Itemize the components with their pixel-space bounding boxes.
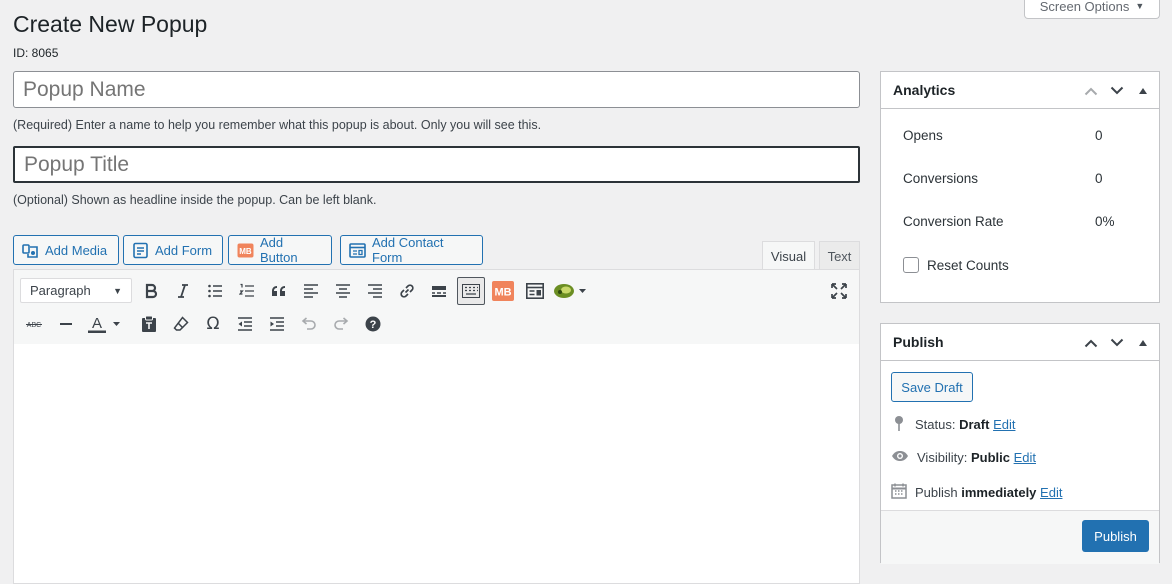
screen-options-button[interactable]: Screen Options ▼	[1024, 0, 1160, 19]
bold-icon[interactable]	[137, 277, 165, 305]
align-left-icon[interactable]	[297, 277, 325, 305]
format-select-value: Paragraph	[30, 283, 91, 298]
mb-icon-text: MB	[239, 247, 252, 256]
collapse-toggle-icon[interactable]	[1135, 339, 1151, 347]
edit-status-link[interactable]: Edit	[993, 417, 1015, 432]
popup-name-hint: (Required) Enter a name to help you reme…	[13, 118, 542, 132]
special-character-icon[interactable]: Ω	[199, 310, 227, 338]
editor-toolbar: Paragraph ▼ MB ABC A Ω ?	[13, 269, 860, 345]
opens-label: Opens	[903, 128, 943, 143]
conversions-value: 0	[1095, 171, 1103, 186]
add-media-label: Add Media	[45, 242, 108, 258]
status-row: Status: Draft Edit	[891, 415, 1015, 434]
screen-options-label: Screen Options	[1039, 0, 1130, 14]
chevron-down-icon: ▼	[113, 285, 122, 296]
indent-icon[interactable]	[263, 310, 291, 338]
conversions-label: Conversions	[903, 171, 979, 186]
schedule-label: Publish	[915, 485, 958, 500]
toolbar-toggle-icon[interactable]	[457, 277, 485, 305]
mb-icon[interactable]: MB	[489, 277, 517, 305]
help-icon[interactable]: ?	[359, 310, 387, 338]
form-icon[interactable]	[521, 277, 549, 305]
link-icon[interactable]	[393, 277, 421, 305]
status-label: Status:	[915, 417, 956, 432]
conversion-rate-label: Conversion Rate	[903, 214, 1004, 229]
popup-title-hint: (Optional) Shown as headline inside the …	[13, 193, 377, 207]
blockquote-icon[interactable]	[265, 277, 293, 305]
opens-value: 0	[1095, 128, 1103, 143]
add-button-button[interactable]: MB Add Button	[228, 235, 332, 265]
bulleted-list-icon[interactable]	[201, 277, 229, 305]
visibility-value: Public	[970, 450, 1010, 465]
plugin-icon[interactable]	[553, 277, 593, 305]
analytics-box: Analytics Opens 0 Conversions 0 Conversi…	[880, 71, 1160, 303]
publish-header: Publish	[881, 324, 1159, 361]
publish-title: Publish	[893, 334, 944, 350]
schedule-row: Publish immediately Edit	[891, 483, 1062, 502]
strikethrough-icon[interactable]: ABC	[20, 310, 48, 338]
mb-toolbar-text: MB	[494, 287, 511, 299]
visibility-row: Visibility: Public Edit	[891, 449, 1036, 466]
caret-down-icon: ▼	[1135, 1, 1145, 11]
collapse-toggle-icon[interactable]	[1135, 87, 1151, 95]
edit-visibility-link[interactable]: Edit	[1014, 450, 1036, 465]
add-form-label: Add Form	[155, 242, 213, 258]
eye-icon	[891, 449, 909, 466]
help-icon-text: ?	[370, 319, 377, 331]
paste-text-icon[interactable]	[135, 310, 163, 338]
text-color-letter: A	[92, 315, 102, 332]
tab-text[interactable]: Text	[819, 241, 860, 270]
analytics-header: Analytics	[881, 72, 1159, 109]
calendar-icon	[891, 483, 907, 502]
horizontal-line-icon[interactable]	[52, 310, 80, 338]
publish-button[interactable]: Publish	[1082, 520, 1149, 552]
add-media-button[interactable]: Add Media	[13, 235, 119, 265]
publish-actions: Publish	[881, 510, 1159, 564]
popup-name-input[interactable]	[13, 71, 860, 108]
redo-icon[interactable]	[327, 310, 355, 338]
move-down-icon[interactable]	[1109, 338, 1125, 348]
save-draft-button[interactable]: Save Draft	[891, 372, 973, 402]
fullscreen-icon[interactable]	[825, 277, 853, 305]
move-down-icon[interactable]	[1109, 86, 1125, 96]
align-center-icon[interactable]	[329, 277, 357, 305]
add-contact-form-label: Add Contact Form	[372, 235, 444, 265]
media-icon	[22, 242, 39, 259]
move-up-icon[interactable]	[1083, 86, 1099, 96]
numbered-list-icon[interactable]	[233, 277, 261, 305]
move-up-icon[interactable]	[1083, 338, 1099, 348]
strikethrough-text: ABC	[27, 322, 41, 329]
analytics-title: Analytics	[893, 82, 956, 98]
tab-visual[interactable]: Visual	[762, 241, 815, 271]
align-right-icon[interactable]	[361, 277, 389, 305]
reset-counts-label[interactable]: Reset Counts	[927, 258, 1009, 273]
popup-id: ID: 8065	[13, 46, 59, 60]
page-title: Create New Popup	[13, 11, 208, 37]
reset-counts-checkbox[interactable]	[903, 257, 919, 273]
conversion-rate-value: 0%	[1095, 214, 1115, 229]
visibility-label: Visibility:	[917, 450, 968, 465]
italic-icon[interactable]	[169, 277, 197, 305]
schedule-value: immediately	[961, 485, 1037, 500]
text-color-icon[interactable]: A	[84, 310, 126, 338]
add-button-label: Add Button	[260, 235, 298, 265]
status-value: Draft	[959, 417, 990, 432]
undo-icon[interactable]	[295, 310, 323, 338]
format-select[interactable]: Paragraph ▼	[20, 278, 132, 303]
mb-icon: MB	[237, 242, 254, 259]
clear-formatting-icon[interactable]	[167, 310, 195, 338]
read-more-icon[interactable]	[425, 277, 453, 305]
publish-box: Publish Save Draft Status: Draft Edit Vi…	[880, 323, 1160, 564]
contact-form-icon	[349, 242, 366, 259]
add-contact-form-button[interactable]: Add Contact Form	[340, 235, 483, 265]
popup-title-input[interactable]	[13, 146, 860, 183]
form-icon	[132, 242, 149, 259]
editor-content-area[interactable]	[13, 344, 860, 584]
add-form-button[interactable]: Add Form	[123, 235, 223, 265]
pin-icon	[891, 415, 907, 434]
edit-schedule-link[interactable]: Edit	[1040, 485, 1062, 500]
outdent-icon[interactable]	[231, 310, 259, 338]
